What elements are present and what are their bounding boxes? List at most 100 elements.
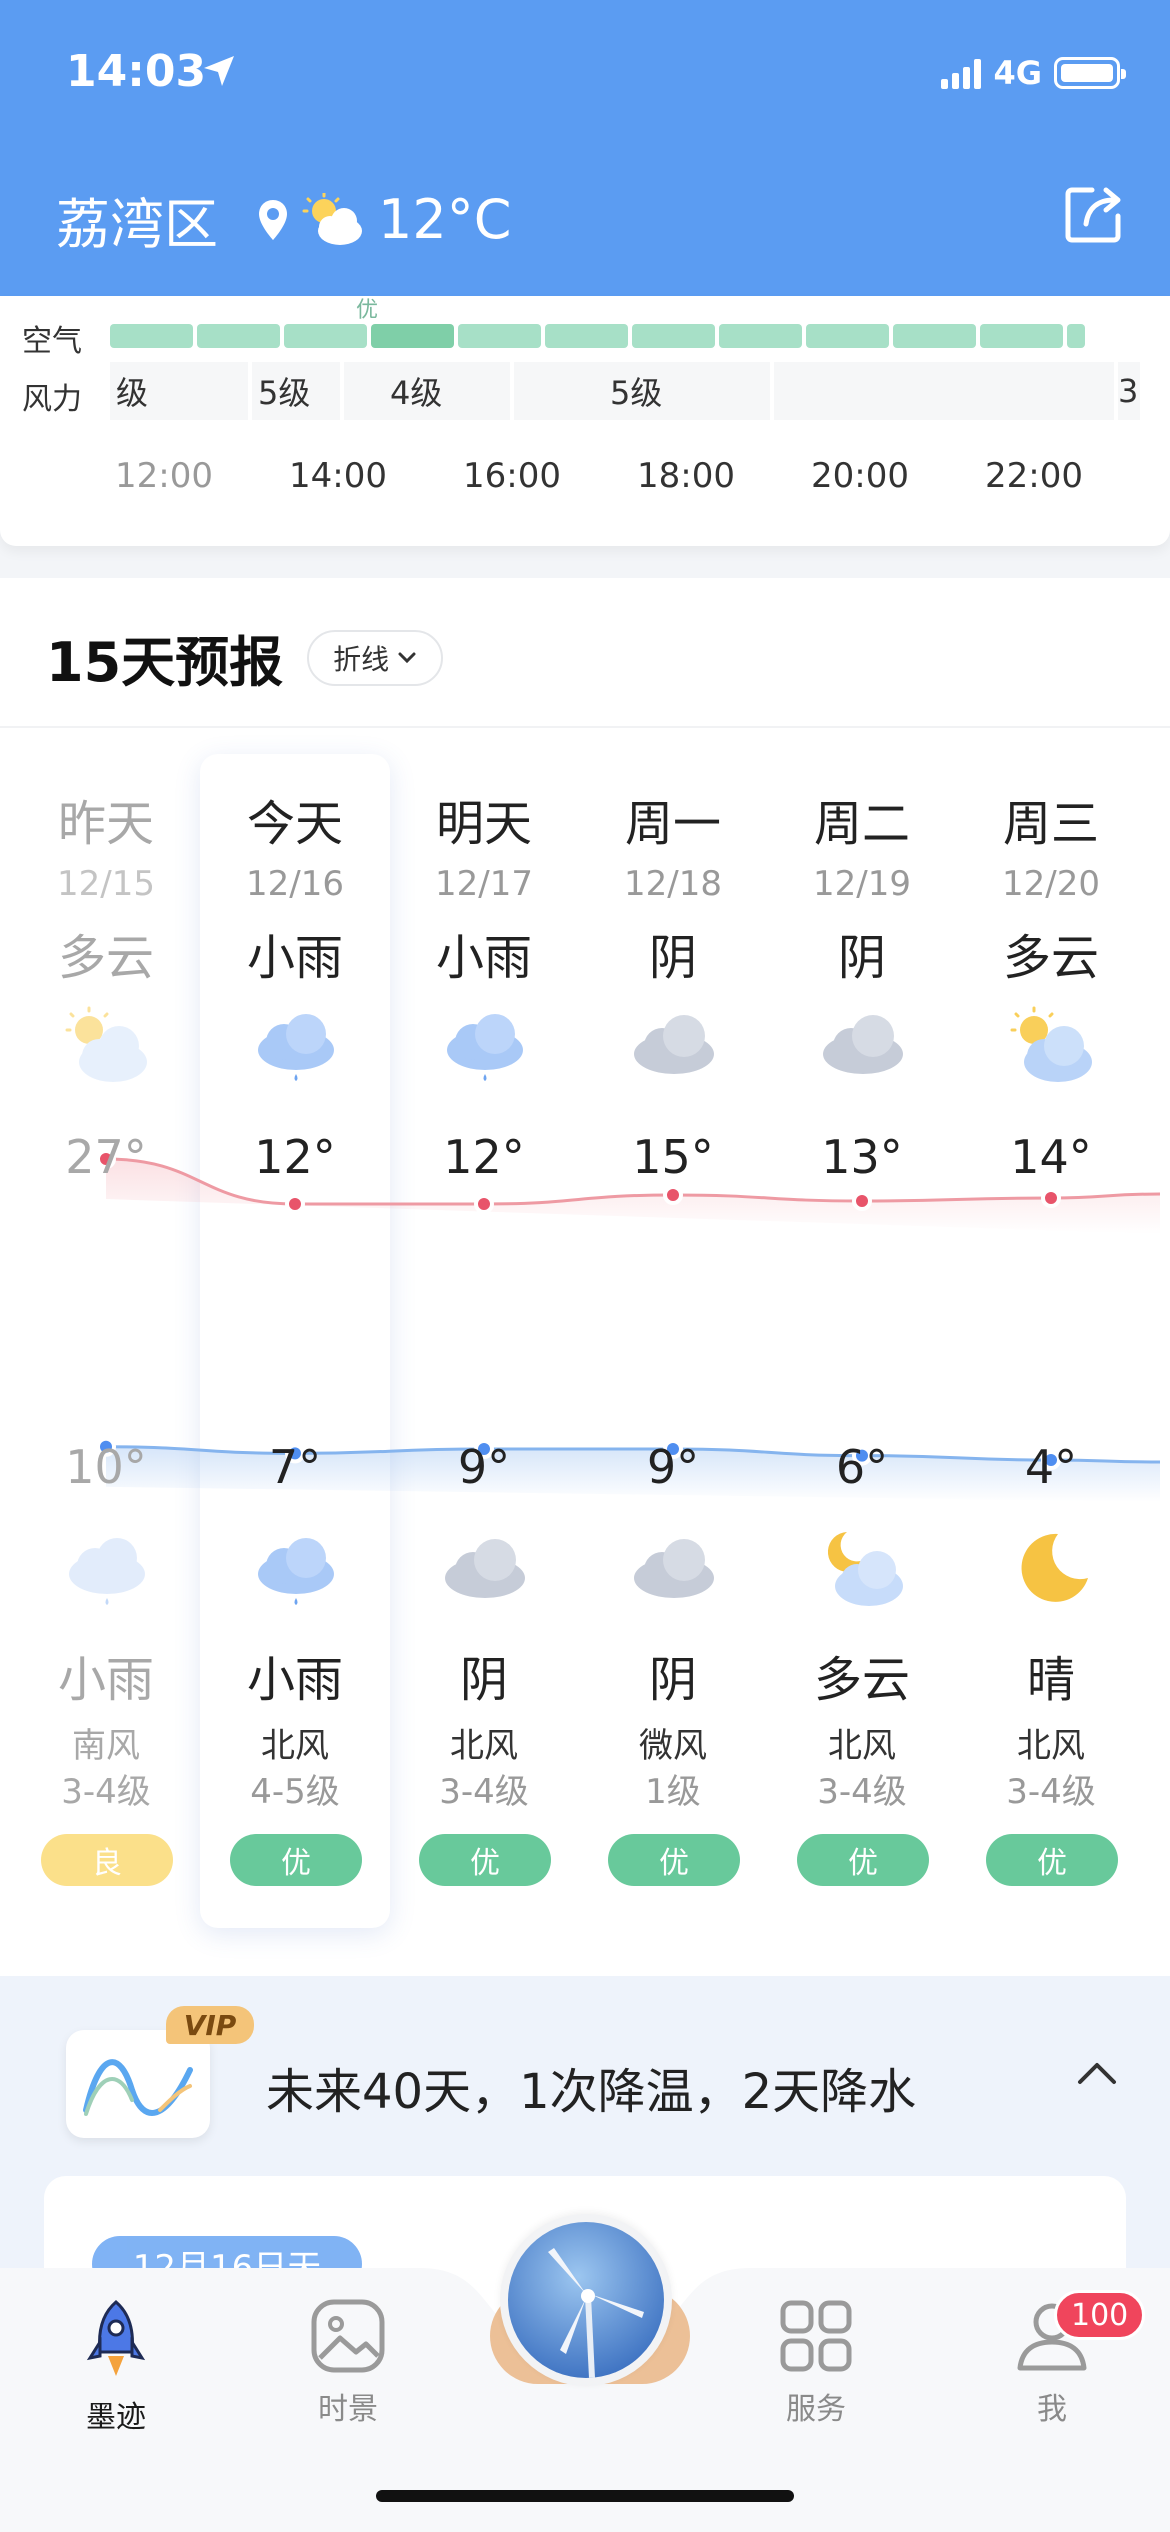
- hour-label: 22:00: [985, 456, 1083, 496]
- day-high-temp: 12°: [254, 1130, 336, 1184]
- night-condition: 晴: [1026, 1652, 1075, 1708]
- day-high-temp: 14°: [1010, 1130, 1092, 1184]
- vip-badge: VIP: [166, 2006, 254, 2044]
- night-low-temp: 10°: [65, 1440, 147, 1494]
- wind-level: 3-4级: [817, 1772, 907, 1812]
- overcast-icon: [445, 1539, 525, 1598]
- tab-services[interactable]: 服务: [746, 2298, 886, 2428]
- day-condition: 阴: [648, 930, 697, 986]
- location-pin-icon: [259, 199, 287, 240]
- wind-row-label: 风力: [22, 382, 82, 417]
- night-low-temp: 9°: [646, 1440, 700, 1494]
- tab-scenes[interactable]: 时景: [278, 2298, 418, 2428]
- wind-segment: 4级: [344, 362, 510, 420]
- night-condition: 小雨: [246, 1652, 343, 1708]
- network-type: 4G: [993, 54, 1042, 92]
- wind-segment: 3: [1118, 362, 1140, 420]
- aqi-badge: 良: [41, 1834, 173, 1886]
- day-date: 12/19: [813, 864, 911, 904]
- aqi-badge: 优: [986, 1834, 1118, 1886]
- location-arrow-icon: [204, 56, 234, 86]
- day-column-tuesday[interactable]: 周二 12/19 阴 13° 6° 多云 北风 3-4级 优: [767, 578, 957, 1976]
- tab-label: 时景: [318, 2392, 378, 2427]
- day-name: 今天: [246, 796, 343, 852]
- wind-turbine-icon: [508, 2222, 664, 2378]
- night-condition: 多云: [813, 1652, 910, 1708]
- share-icon[interactable]: [1062, 182, 1126, 246]
- air-quality-peek-label: 优: [356, 298, 379, 323]
- air-quality-bars: [110, 324, 1085, 348]
- fifteen-day-forecast: 15天预报 折线 昨天 12/15 多云 27° 10° 小雨 南风 3-4级 …: [0, 578, 1170, 1976]
- day-column-tomorrow[interactable]: 明天 12/17 小雨 12° 9° 阴 北风 3-4级 优: [389, 578, 579, 1976]
- chevron-up-icon[interactable]: [1076, 2060, 1118, 2086]
- overcast-icon: [634, 1539, 714, 1598]
- grid-icon: [780, 2300, 852, 2372]
- day-name: 昨天: [57, 796, 154, 852]
- image-icon: [311, 2299, 385, 2373]
- wind-level: 3-4级: [1006, 1772, 1096, 1812]
- day-column-monday[interactable]: 周一 12/18 阴 15° 9° 阴 微风 1级 优: [578, 578, 768, 1976]
- day-date: 12/16: [246, 864, 344, 904]
- day-high-temp: 27°: [65, 1130, 147, 1184]
- hour-label: 18:00: [637, 456, 735, 496]
- night-condition: 阴: [648, 1652, 697, 1708]
- light-rain-icon: [258, 1538, 334, 1605]
- trend-chart-icon: [66, 2030, 210, 2138]
- wind-direction: 微风: [639, 1726, 707, 1766]
- partly-cloudy-icon: [65, 1006, 147, 1082]
- light-rain-icon: [447, 1014, 523, 1081]
- status-time: 14:03: [66, 46, 207, 97]
- rocket-icon: [86, 2300, 146, 2376]
- night-partly-cloudy-icon: [827, 1532, 903, 1606]
- aqi-badge: 优: [419, 1834, 551, 1886]
- aqi-badge: 优: [230, 1834, 362, 1886]
- day-condition: 阴: [837, 930, 886, 986]
- wind-direction: 北风: [450, 1726, 518, 1766]
- wind-direction: 南风: [72, 1726, 140, 1766]
- top-header: 14:03 4G 荔湾区 12°C: [0, 0, 1170, 296]
- aqi-badge: 优: [608, 1834, 740, 1886]
- home-indicator: [376, 2490, 794, 2502]
- wind-level-row: 级 5级 4级 5级 3: [110, 362, 1140, 420]
- notification-badge: 100: [1054, 2290, 1146, 2340]
- wind-segment: 5级: [514, 362, 770, 420]
- wind-level: 4-5级: [250, 1772, 340, 1812]
- tab-label: 墨迹: [86, 2400, 146, 2435]
- center-action-button[interactable]: [500, 2214, 672, 2386]
- hour-axis: 12:00 14:00 16:00 18:00 20:00 22:00: [0, 456, 1170, 506]
- day-date: 12/17: [435, 864, 533, 904]
- location-row[interactable]: 荔湾区 12°C: [56, 180, 511, 259]
- day-high-temp: 12°: [443, 1130, 525, 1184]
- tab-label: 我: [1037, 2392, 1067, 2427]
- wind-level: 3-4级: [439, 1772, 529, 1812]
- night-low-temp: 6°: [835, 1440, 889, 1494]
- wind-segment: [774, 362, 1114, 420]
- day-date: 12/20: [1002, 864, 1100, 904]
- hour-label: 20:00: [811, 456, 909, 496]
- city-name[interactable]: 荔湾区: [56, 180, 218, 259]
- night-low-temp: 7°: [268, 1440, 322, 1494]
- partly-cloudy-icon: [302, 192, 362, 245]
- aqi-badge: 优: [797, 1834, 929, 1886]
- light-rain-icon: [69, 1538, 145, 1605]
- day-name: 周三: [1002, 796, 1099, 852]
- current-temperature: 12°C: [378, 188, 512, 251]
- day-column-wednesday[interactable]: 周三 12/20 多云 14° 4° 晴 北风 3-4级 优: [956, 578, 1146, 1976]
- overcast-icon: [634, 1015, 714, 1074]
- tab-label: 服务: [786, 2392, 846, 2427]
- day-column-yesterday[interactable]: 昨天 12/15 多云 27° 10° 小雨 南风 3-4级 良: [11, 578, 201, 1976]
- partly-cloudy-icon: [1010, 1006, 1092, 1082]
- status-indicators: 4G: [941, 54, 1126, 92]
- night-low-temp: 9°: [457, 1440, 511, 1494]
- wind-level: 3-4级: [61, 1772, 151, 1812]
- day-condition: 多云: [57, 930, 154, 986]
- day-date: 12/18: [624, 864, 722, 904]
- wind-direction: 北风: [828, 1726, 896, 1766]
- day-column-today[interactable]: 今天 12/16 小雨 12° 7° 小雨 北风 4-5级 优: [200, 578, 390, 1976]
- tab-moji[interactable]: 墨迹: [46, 2298, 186, 2436]
- hourly-panel: 优 空气 风力 级 5级 4级 5级 3 12:00 14:00 16:00 1…: [0, 296, 1170, 546]
- day-condition: 小雨: [246, 930, 343, 986]
- day-date: 12/15: [57, 864, 155, 904]
- wind-segment: 5级: [252, 362, 340, 420]
- day-name: 明天: [435, 796, 532, 852]
